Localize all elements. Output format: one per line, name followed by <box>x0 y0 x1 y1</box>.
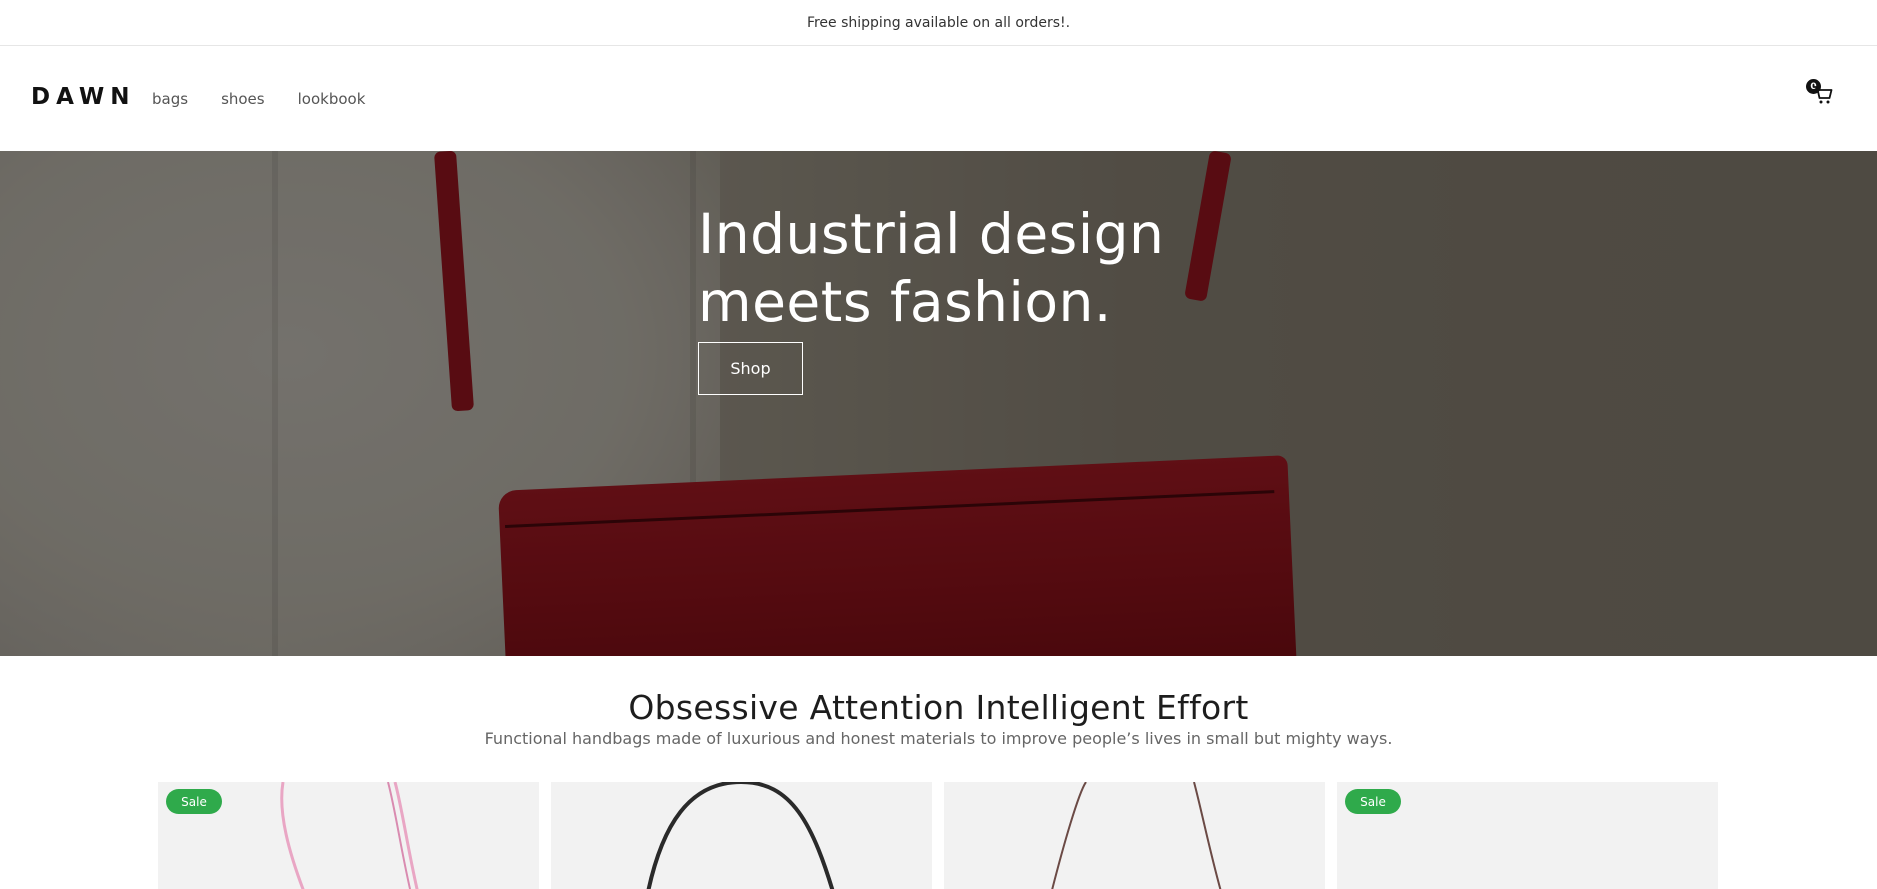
hero-banner: Industrial design meets fashion. Shop <box>0 151 1877 656</box>
hero-title-line-1: Industrial design <box>698 202 1165 266</box>
cart-button[interactable]: 0 <box>1803 79 1835 111</box>
announcement-text: Free shipping available on all orders!. <box>806 14 1071 31</box>
product-image <box>646 782 835 889</box>
section-title: Obsessive Attention Intelligent Effort <box>628 688 1249 727</box>
sale-badge: Sale <box>166 789 222 814</box>
nav-item-bags[interactable]: bags <box>152 90 188 108</box>
section-subtitle: Functional handbags made of luxurious an… <box>484 729 1393 748</box>
product-card[interactable] <box>944 782 1325 889</box>
shop-button[interactable]: Shop <box>698 342 803 395</box>
product-card[interactable] <box>551 782 932 889</box>
product-card[interactable]: Sale <box>1337 782 1718 889</box>
nav-item-shoes[interactable]: shoes <box>221 90 265 108</box>
product-image <box>1051 782 1222 889</box>
product-grid: Sale Sale <box>158 782 1719 889</box>
hero-title-line-2: meets fashion. <box>698 270 1112 334</box>
hero-title: Industrial design meets fashion. <box>698 200 1258 336</box>
cart-icon <box>1813 86 1833 104</box>
site-header: DAWN bags shoes lookbook 0 <box>0 46 1877 151</box>
product-card[interactable]: Sale <box>158 782 539 889</box>
announcement-bar: Free shipping available on all orders!. <box>0 0 1877 46</box>
nav-item-lookbook[interactable]: lookbook <box>298 90 366 108</box>
store-logo[interactable]: DAWN <box>31 84 135 110</box>
main-nav: bags shoes lookbook <box>152 90 398 108</box>
sale-badge: Sale <box>1345 789 1401 814</box>
hero-content: Industrial design meets fashion. Shop <box>698 200 1258 395</box>
